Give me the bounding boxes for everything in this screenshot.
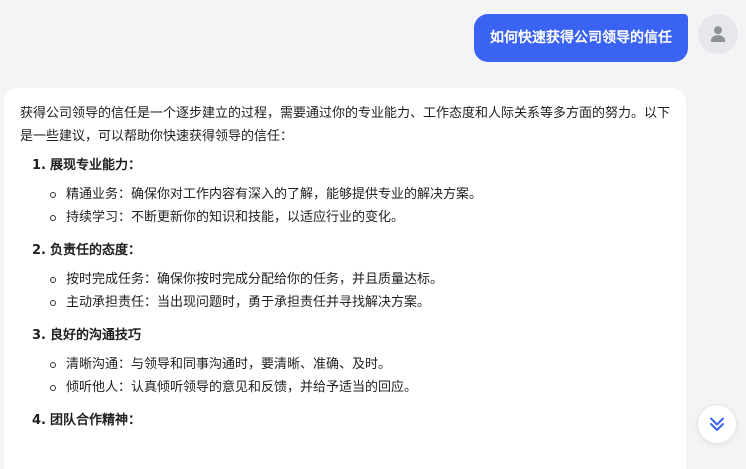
section-title: 3. 良好的沟通技巧 [32,324,670,347]
section-2: 2. 负责任的态度： 按时完成任务：确保你按时完成分配给你的任务，并且质量达标。 … [20,239,670,314]
list-item: 清晰沟通：与领导和同事沟通时，要清晰、准确、及时。 [48,353,670,376]
section-1: 1. 展现专业能力： 精通业务：确保你对工作内容有深入的了解，能够提供专业的解决方… [20,154,670,229]
list-item-text: 按时完成任务：确保你按时完成分配给你的任务，并且质量达标。 [66,272,444,287]
list-item-text: 精通业务：确保你对工作内容有深入的了解，能够提供专业的解决方案。 [66,187,483,202]
bullet-icon [50,215,56,221]
list-item-text: 持续学习：不断更新你的知识和技能，以适应行业的变化。 [66,210,405,225]
section-4: 4. 团队合作精神： [20,409,670,432]
chat-stage: 如何快速获得公司领导的信任 获得公司领导的信任是一个逐步建立的过程，需要通过你的… [0,0,746,469]
list-item-text: 倾听他人：认真倾听领导的意见和反馈，并给予适当的回应。 [66,380,418,395]
bullet-icon [50,192,56,198]
bullet-icon [50,385,56,391]
section-title: 2. 负责任的态度： [32,239,670,262]
section-title-text: 展现专业能力： [49,158,141,173]
section-title: 1. 展现专业能力： [32,154,670,177]
section-number: 3. [32,328,46,343]
bullet-icon [50,277,56,283]
section-number: 4. [32,413,46,428]
list-item: 主动承担责任：当出现问题时，勇于承担责任并寻找解决方案。 [48,291,670,314]
assistant-answer-card: 获得公司领导的信任是一个逐步建立的过程，需要通过你的专业能力、工作态度和人际关系… [4,88,686,469]
user-avatar[interactable] [698,14,738,54]
section-title-text: 良好的沟通技巧 [49,328,141,343]
list-item: 精通业务：确保你对工作内容有深入的了解，能够提供专业的解决方案。 [48,183,670,206]
section-number: 2. [32,243,46,258]
section-number: 1. [32,158,46,173]
section-3: 3. 良好的沟通技巧 清晰沟通：与领导和同事沟通时，要清晰、准确、及时。 倾听他人… [20,324,670,399]
bullet-icon [50,300,56,306]
list-item: 按时完成任务：确保你按时完成分配给你的任务，并且质量达标。 [48,268,670,291]
list-item: 持续学习：不断更新你的知识和技能，以适应行业的变化。 [48,206,670,229]
bullet-list: 按时完成任务：确保你按时完成分配给你的任务，并且质量达标。 主动承担责任：当出现… [20,268,670,314]
answer-intro: 获得公司领导的信任是一个逐步建立的过程，需要通过你的专业能力、工作态度和人际关系… [20,106,671,144]
user-avatar-icon [710,26,726,42]
list-item-text: 清晰沟通：与领导和同事沟通时，要清晰、准确、及时。 [66,357,392,372]
section-title-text: 负责任的态度： [49,243,141,258]
bullet-list: 清晰沟通：与领导和同事沟通时，要清晰、准确、及时。 倾听他人：认真倾听领导的意见… [20,353,670,399]
bullet-icon [50,362,56,368]
list-item-text: 主动承担责任：当出现问题时，勇于承担责任并寻找解决方案。 [66,295,431,310]
scroll-to-bottom-button[interactable] [697,404,737,444]
user-message-bubble: 如何快速获得公司领导的信任 [474,14,688,62]
list-item: 倾听他人：认真倾听领导的意见和反馈，并给予适当的回应。 [48,376,670,399]
bullet-list: 精通业务：确保你对工作内容有深入的了解，能够提供专业的解决方案。 持续学习：不断… [20,183,670,229]
double-chevron-down-icon [710,417,724,431]
section-title-text: 团队合作精神： [49,413,141,428]
section-title: 4. 团队合作精神： [32,409,670,432]
user-message-row: 如何快速获得公司领导的信任 [474,14,738,62]
